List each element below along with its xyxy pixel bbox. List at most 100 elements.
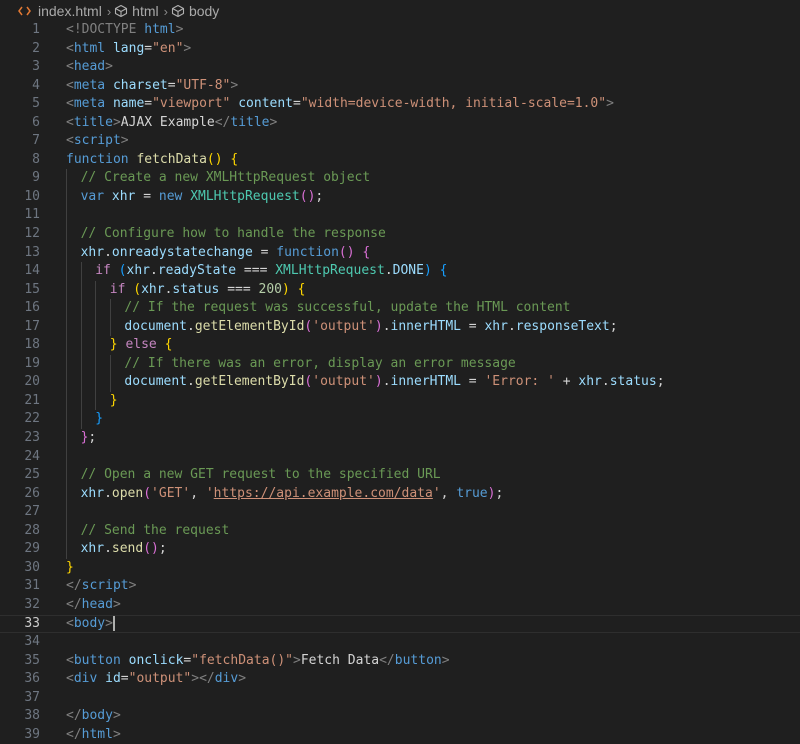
line-code: var xhr = new XMLHttpRequest(); (81, 188, 324, 207)
code-token: ' (432, 485, 441, 501)
code-token: 'Error: ' (484, 374, 555, 390)
indent-guide (95, 317, 97, 337)
code-token: xhr (578, 374, 602, 390)
code-line[interactable]: 11 (0, 206, 800, 226)
indent-guide (66, 391, 67, 411)
breadcrumb-file[interactable]: index.html (18, 3, 102, 19)
code-line[interactable]: 12 // Configure how to handle the respons… (0, 225, 800, 244)
code-token: ( (143, 485, 152, 501)
indent-guide (66, 410, 67, 430)
code-token: . (384, 263, 393, 279)
indent-guide (66, 299, 67, 318)
code-token: function (276, 244, 339, 260)
code-line[interactable]: 33 <body> (0, 614, 800, 634)
code-line[interactable]: 7 <script> (0, 132, 800, 151)
line-number: 20 (24, 374, 40, 390)
breadcrumb-file-label: index.html (38, 3, 102, 19)
code-token: </ (66, 726, 82, 742)
indent-guide (66, 447, 67, 467)
indent-guide (66, 484, 67, 504)
code-line[interactable]: 15 if (xhr.status === 200) { (0, 280, 800, 300)
code-line[interactable]: 29 xhr.send(); (0, 540, 800, 559)
code-token: div (73, 671, 98, 687)
code-line[interactable]: 17 document.getElementById('output').inne… (0, 317, 800, 337)
code-token: ( (133, 281, 142, 297)
code-token: < (66, 40, 74, 56)
code-line[interactable]: 32 </head> (0, 596, 800, 615)
indent-guide (66, 466, 67, 485)
code-token: </ (66, 596, 82, 612)
code-line[interactable]: 13 xhr.onreadystatechange = function() { (0, 243, 800, 263)
code-editor[interactable]: 1 <!DOCTYPE html> 2 <html lang="en"> 3 <head>… (0, 21, 800, 744)
code-line[interactable]: 38 </body> (0, 707, 800, 726)
code-line[interactable]: 21} (0, 391, 800, 411)
code-token: 200 (258, 281, 283, 297)
code-line[interactable]: 27 (0, 503, 800, 522)
code-line[interactable]: 18} else { (0, 336, 800, 355)
breadcrumb-item-body[interactable]: body (171, 3, 219, 19)
code-token: responseText (515, 318, 610, 334)
code-line[interactable]: 16 // If the request was successful, upda… (0, 299, 800, 318)
line-code: // Send the request (81, 522, 230, 541)
line-code: document.getElementById('output').innerH… (124, 318, 617, 337)
code-line[interactable]: 2 <html lang="en"> (0, 40, 800, 59)
line-code: if (xhr.readyState === XMLHttpRequest.DO… (95, 262, 447, 281)
code-line[interactable]: 28 // Send the request (0, 521, 800, 541)
code-line[interactable]: 25 // Open a new GET request to the speci… (0, 466, 800, 485)
code-line[interactable]: 8 function fetchData() { (0, 151, 800, 170)
code-line[interactable]: 3 <head> (0, 58, 800, 77)
code-line[interactable]: 36 <div id="output"></div> (0, 670, 800, 689)
code-line[interactable]: 34 (0, 633, 800, 652)
line-number: 11 (24, 207, 40, 223)
code-token: AJAX Example (120, 114, 215, 130)
code-token: "viewport" (152, 96, 231, 112)
code-token: . (104, 244, 112, 260)
line-number: 35 (24, 652, 40, 668)
indent-guide (66, 373, 67, 392)
indent-guide (66, 354, 67, 374)
code-token: true (456, 485, 488, 501)
code-token: <!DOCTYPE (66, 22, 145, 37)
code-token: XMLHttpRequest (190, 188, 300, 204)
line-number: 27 (24, 504, 40, 520)
line-number: 23 (24, 430, 40, 446)
code-line[interactable]: 24 (0, 447, 800, 467)
code-line[interactable]: 30} (0, 559, 800, 578)
line-number: 5 (32, 96, 40, 112)
breadcrumb-item-label: html (132, 3, 159, 19)
code-line[interactable]: 1 <!DOCTYPE html> (0, 21, 800, 40)
code-line[interactable]: 23}; (0, 429, 800, 448)
code-token: + (554, 374, 579, 390)
code-line[interactable]: 19 // If there was an error, display an e… (0, 354, 800, 374)
code-line[interactable]: 26 xhr.open('GET', 'https://api.example.c… (0, 484, 800, 504)
code-line[interactable]: 14 if (xhr.readyState === XMLHttpRequest.… (0, 262, 800, 281)
code-line[interactable]: 22} (0, 410, 800, 430)
code-token: > (112, 708, 121, 724)
code-token: html (73, 40, 106, 56)
breadcrumb-item-html[interactable]: html (114, 3, 159, 19)
line-code: <body> (66, 615, 115, 633)
line-code: <head> (66, 58, 113, 77)
code-line[interactable]: 10 var xhr = new XMLHttpRequest(); (0, 187, 800, 207)
code-token: getElementById (194, 374, 305, 390)
code-token: // If the request was successful, update… (124, 300, 571, 316)
code-line[interactable]: 20 document.getElementById('output').inne… (0, 373, 800, 392)
code-line[interactable]: 37 (0, 689, 800, 708)
code-line[interactable]: 31 </script> (0, 577, 800, 596)
code-line[interactable]: 6 <title>AJAX Example</title> (0, 114, 800, 133)
code-line[interactable]: 35 <button onclick="fetchData()">Fetch Da… (0, 652, 800, 671)
code-token: > (105, 59, 113, 75)
code-token: if (95, 263, 111, 279)
code-token: name (112, 96, 145, 112)
line-code: } else { (110, 336, 173, 355)
code-token: if (109, 281, 126, 297)
code-token: > (441, 652, 450, 668)
code-line[interactable]: 39 </html> (0, 726, 800, 744)
code-token: > (112, 726, 121, 742)
code-line[interactable]: 4 <meta charset="UTF-8"> (0, 77, 800, 96)
line-number: 13 (24, 244, 40, 260)
code-token: () (338, 244, 355, 260)
code-line[interactable]: 5 <meta name="viewport" content="width=de… (0, 95, 800, 114)
code-line[interactable]: 9 // Create a new XMLHttpRequest object (0, 169, 800, 188)
indent-guide (66, 225, 67, 244)
